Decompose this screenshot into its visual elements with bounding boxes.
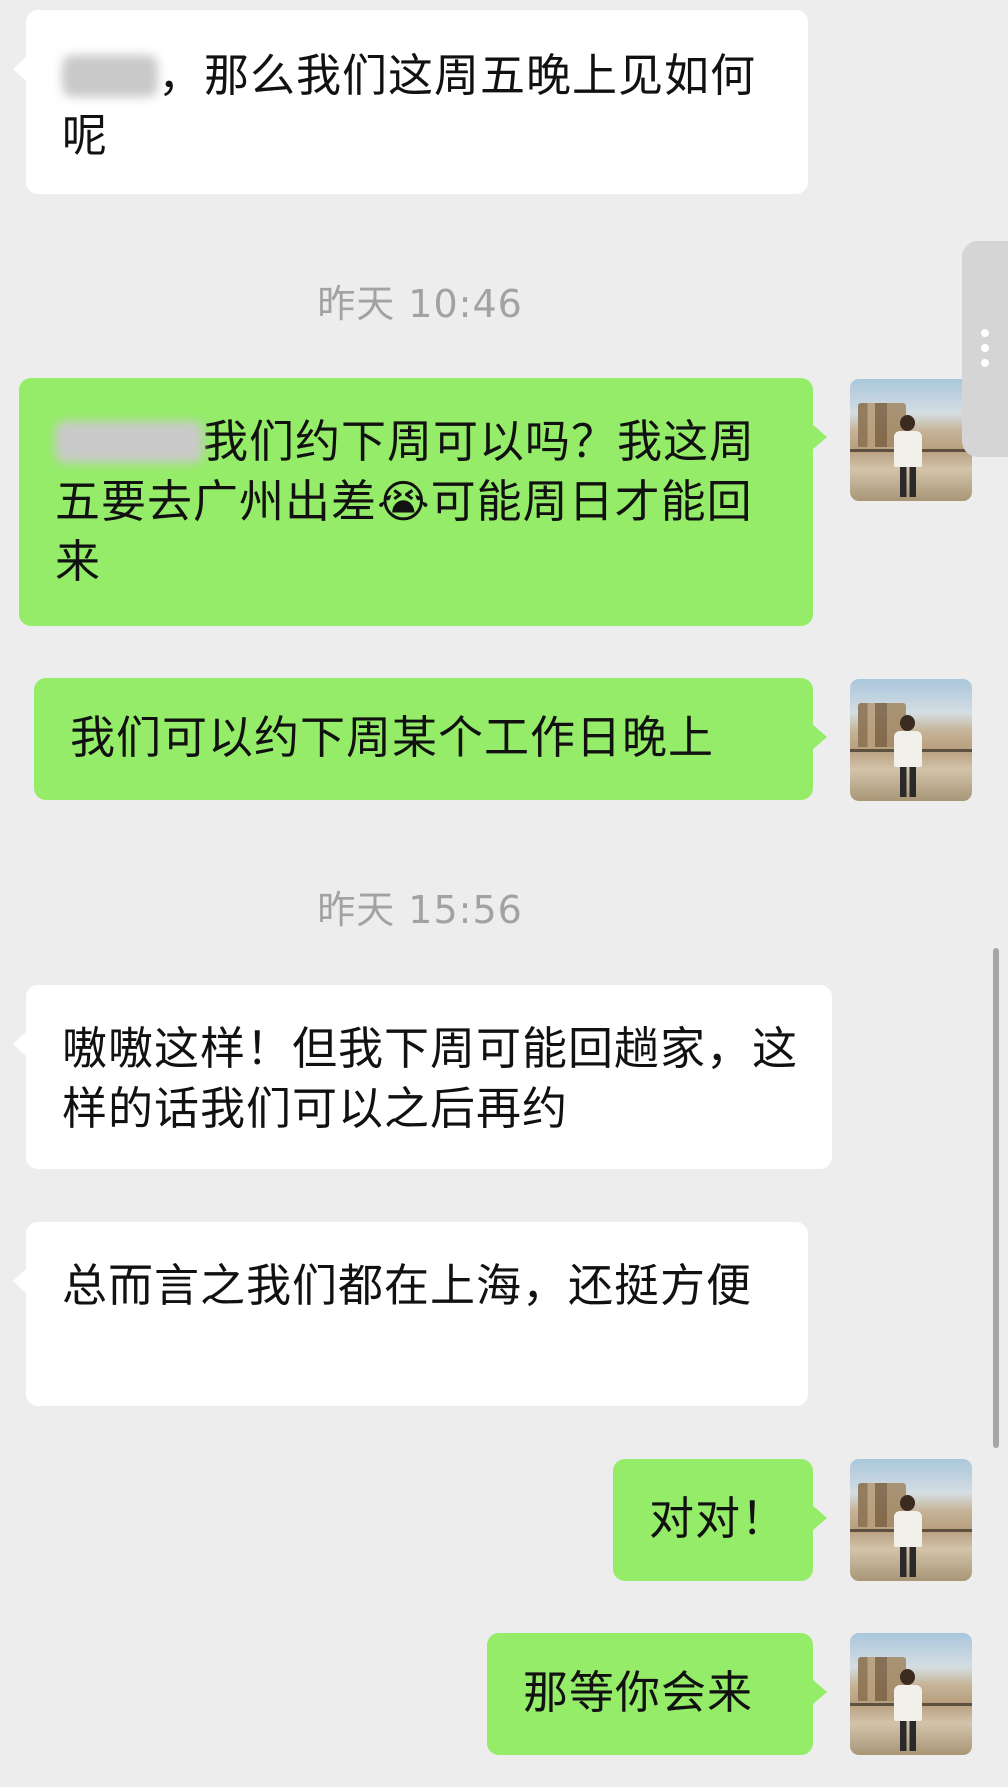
user-avatar[interactable] bbox=[850, 379, 972, 501]
message-bubble-incoming[interactable]: 嗷嗷这样！但我下周可能回趟家，这样的话我们可以之后再约 bbox=[13, 985, 832, 1169]
message-bubble-incoming[interactable]: ，那么我们这周五晚上见如何呢 bbox=[13, 10, 808, 194]
message-bubble-outgoing[interactable]: 那等你会来 bbox=[487, 1633, 827, 1755]
user-avatar[interactable] bbox=[850, 1459, 972, 1581]
message-text: ，那么我们这周五晚上见如何呢 bbox=[62, 49, 757, 162]
message-text: 总而言之我们都在上海，还挺方便 bbox=[62, 1259, 753, 1312]
message-text: 对对！ bbox=[649, 1492, 788, 1545]
blurred-contact-name bbox=[55, 421, 203, 463]
side-panel-handle[interactable] bbox=[962, 241, 1008, 457]
user-avatar[interactable] bbox=[850, 1633, 972, 1755]
message-bubble-outgoing[interactable]: 我们约下周可以吗？我这周五要去广州出差😭可能周日才能回来 bbox=[19, 378, 827, 626]
message-text: 那等你会来 bbox=[523, 1666, 754, 1719]
scrollbar[interactable] bbox=[993, 948, 999, 1448]
more-dots-icon bbox=[981, 344, 989, 352]
blurred-contact-name bbox=[62, 55, 158, 97]
message-bubble-outgoing[interactable]: 对对！ bbox=[613, 1459, 827, 1581]
message-bubble-incoming[interactable]: 总而言之我们都在上海，还挺方便 bbox=[13, 1222, 808, 1406]
message-text: 嗷嗷这样！但我下周可能回趟家，这样的话我们可以之后再约 bbox=[62, 1022, 799, 1135]
user-avatar[interactable] bbox=[850, 679, 972, 801]
loudly-crying-face-emoji: 😭 bbox=[377, 475, 431, 528]
message-text: 我们可以约下周某个工作日晚上 bbox=[70, 711, 715, 764]
timestamp: 昨天 10:46 bbox=[317, 282, 523, 326]
message-bubble-outgoing[interactable]: 我们可以约下周某个工作日晚上 bbox=[34, 678, 827, 800]
more-dots-icon bbox=[981, 329, 989, 337]
timestamp: 昨天 15:56 bbox=[317, 888, 523, 932]
more-dots-icon bbox=[981, 359, 989, 367]
